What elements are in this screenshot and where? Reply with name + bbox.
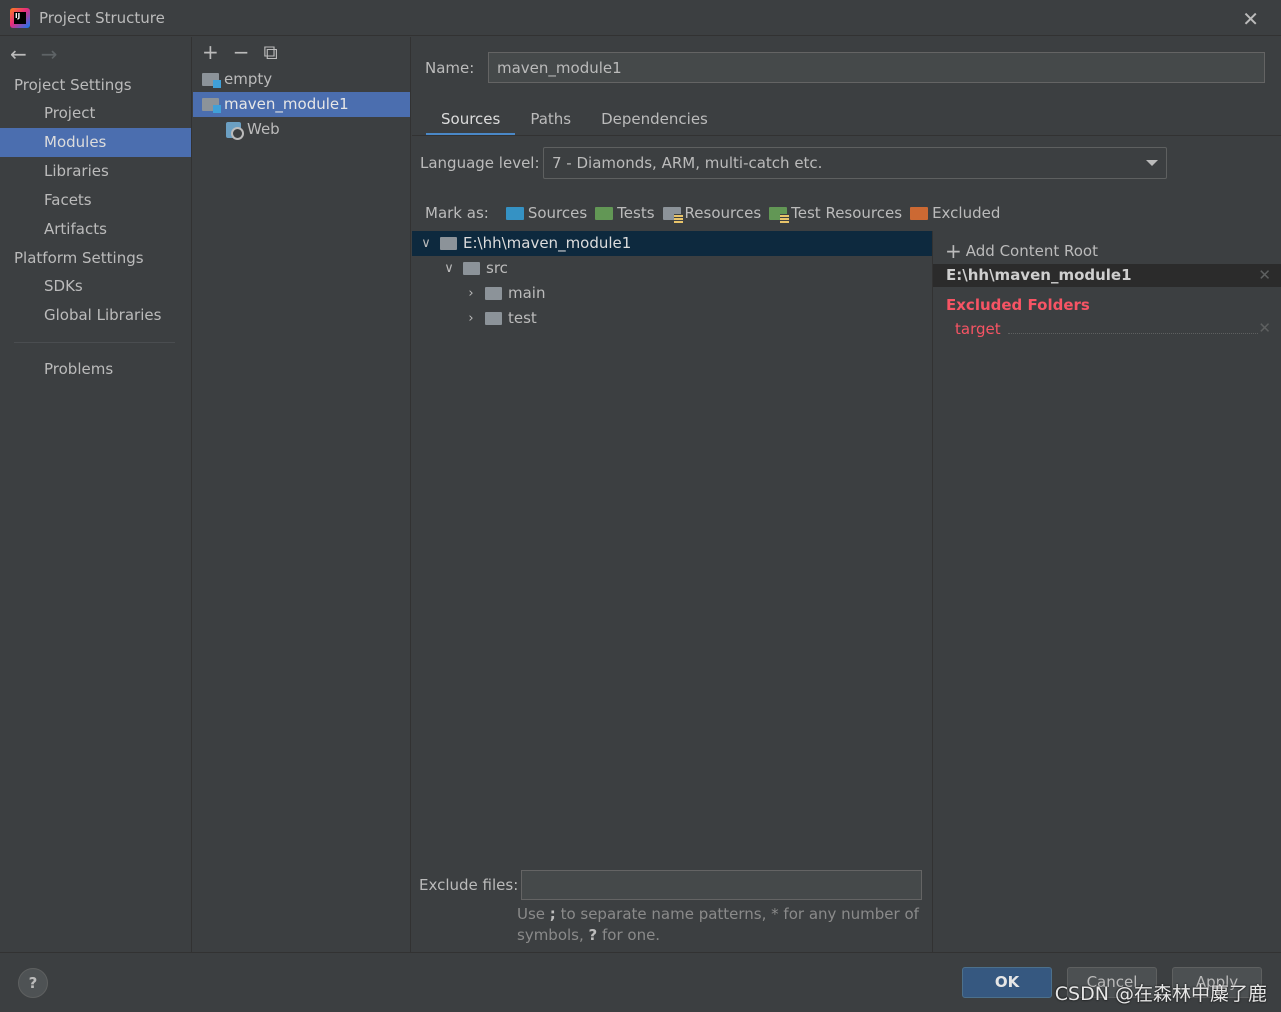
content-root-header: E:\hh\maven_module1 ✕	[933, 264, 1281, 287]
tree-node-src[interactable]: ∨ src	[412, 256, 932, 281]
language-level-label: Language level:	[420, 154, 540, 172]
folder-icon	[440, 237, 457, 250]
module-tabs: Sources Paths Dependencies	[426, 103, 723, 136]
tests-folder-icon	[595, 206, 614, 220]
mark-resources-button[interactable]: Resources	[662, 204, 762, 223]
remove-icon[interactable]: −	[233, 40, 250, 64]
module-folder-icon	[202, 73, 221, 88]
chevron-down-icon[interactable]: ∨	[441, 256, 457, 281]
content-roots-panel: + Add Content Root E:\hh\maven_module1 ✕…	[933, 231, 1281, 952]
mark-tests-button[interactable]: Tests	[595, 204, 655, 222]
sidebar-item-sdks[interactable]: SDKs	[0, 272, 191, 301]
chevron-right-icon[interactable]: ›	[463, 281, 479, 306]
plus-icon: +	[945, 239, 962, 263]
sidebar-item-project[interactable]: Project	[0, 99, 191, 128]
tree-node-main[interactable]: › main	[412, 281, 932, 306]
tabs-divider	[412, 135, 1281, 136]
excluded-folder-item[interactable]: target	[955, 320, 1001, 338]
title-bar: IJ Project Structure ✕	[0, 0, 1281, 36]
add-content-root-button[interactable]: + Add Content Root	[945, 239, 1098, 263]
folder-icon	[485, 312, 502, 325]
excluded-folders-heading: Excluded Folders	[946, 296, 1090, 314]
test-resources-folder-icon	[769, 206, 790, 223]
exclude-files-label: Exclude files:	[419, 876, 519, 894]
forward-arrow-icon[interactable]: →	[41, 42, 58, 66]
chevron-down-icon[interactable]: ∨	[418, 231, 434, 256]
sidebar-item-modules[interactable]: Modules	[0, 128, 191, 157]
sidebar-divider	[14, 342, 175, 343]
window-title: Project Structure	[39, 8, 165, 27]
web-facet-icon	[226, 121, 244, 140]
tree-node-root[interactable]: ∨ E:\hh\maven_module1	[412, 231, 932, 256]
history-nav: ← →	[0, 37, 191, 71]
add-icon[interactable]: +	[202, 40, 219, 64]
tree-node-label: E:\hh\maven_module1	[463, 234, 632, 252]
module-name-input[interactable]	[488, 52, 1265, 83]
platform-settings-heading: Platform Settings	[14, 249, 144, 267]
remove-root-icon[interactable]: ✕	[1258, 264, 1271, 287]
csdn-watermark: CSDN @在森林中麋了鹿	[1054, 983, 1267, 1005]
exclude-files-hint: Use ; to separate name patterns, * for a…	[517, 905, 919, 944]
help-button[interactable]: ?	[18, 968, 48, 998]
dialog-footer: ? OK Cancel Apply CSDN @在森林中麋了鹿	[0, 952, 1281, 1012]
intellij-app-icon: IJ	[10, 7, 30, 28]
folder-icon	[463, 262, 480, 275]
module-label: maven_module1	[224, 95, 349, 113]
close-icon[interactable]: ✕	[1242, 7, 1259, 31]
exclude-files-input[interactable]	[521, 870, 922, 900]
mark-excluded-label: Excluded	[932, 204, 1001, 222]
content-root-path: E:\hh\maven_module1	[946, 266, 1132, 284]
excluded-folder-icon	[910, 206, 929, 220]
name-label: Name:	[425, 59, 475, 77]
facet-label: Web	[247, 120, 280, 138]
excluded-item-leader	[1008, 333, 1258, 334]
tab-paths[interactable]: Paths	[515, 103, 586, 136]
tree-node-label: test	[508, 309, 537, 327]
back-arrow-icon[interactable]: ←	[10, 42, 27, 66]
mark-test-resources-button[interactable]: Test Resources	[769, 204, 903, 223]
mark-test-resources-label: Test Resources	[791, 204, 903, 222]
tree-node-test[interactable]: › test	[412, 306, 932, 331]
facet-item-web[interactable]: Web	[193, 117, 410, 142]
module-toolbar: + − ⧉	[193, 37, 410, 67]
tree-node-label: main	[508, 284, 546, 302]
module-item-maven-module1[interactable]: maven_module1	[193, 92, 410, 117]
tab-dependencies[interactable]: Dependencies	[586, 103, 723, 136]
sidebar-item-facets[interactable]: Facets	[0, 186, 191, 215]
add-content-root-label: Add Content Root	[965, 242, 1098, 260]
tab-sources[interactable]: Sources	[426, 103, 516, 136]
tree-node-label: src	[486, 259, 508, 277]
chevron-down-icon	[1146, 160, 1158, 166]
resources-folder-icon	[662, 206, 683, 223]
chevron-right-icon[interactable]: ›	[463, 306, 479, 331]
language-level-value: 7 - Diamonds, ARM, multi-catch etc.	[552, 154, 823, 172]
mark-as-toolbar: Mark as: Sources Tests Resources Test Re…	[425, 204, 1008, 223]
module-folder-icon	[202, 98, 221, 113]
mark-excluded-button[interactable]: Excluded	[910, 204, 1000, 222]
mark-resources-label: Resources	[684, 204, 762, 222]
sidebar-item-libraries[interactable]: Libraries	[0, 157, 191, 186]
sources-folder-icon	[505, 206, 524, 220]
mark-tests-label: Tests	[617, 204, 655, 222]
language-level-select[interactable]: 7 - Diamonds, ARM, multi-catch etc.	[543, 147, 1167, 179]
ok-button[interactable]: OK	[962, 967, 1052, 998]
mark-sources-label: Sources	[527, 204, 588, 222]
sidebar-item-problems[interactable]: Problems	[0, 355, 191, 384]
copy-icon[interactable]: ⧉	[264, 40, 278, 64]
source-folder-tree: ∨ E:\hh\maven_module1 ∨ src › main › tes…	[412, 231, 932, 851]
settings-sidebar: ← → Project Settings Project Modules Lib…	[0, 37, 192, 952]
module-detail-panel: Name: Sources Paths Dependencies Languag…	[412, 37, 1281, 952]
sidebar-item-artifacts[interactable]: Artifacts	[0, 215, 191, 244]
project-settings-heading: Project Settings	[14, 76, 132, 94]
module-label: empty	[224, 70, 273, 88]
remove-excluded-icon[interactable]: ✕	[1258, 319, 1271, 337]
module-list-panel: + − ⧉ empty maven_module1 Web	[193, 37, 411, 952]
folder-icon	[485, 287, 502, 300]
mark-as-label: Mark as:	[425, 204, 489, 222]
module-item-empty[interactable]: empty	[193, 67, 410, 92]
sidebar-item-global-libraries[interactable]: Global Libraries	[0, 301, 191, 330]
mark-sources-button[interactable]: Sources	[505, 204, 588, 222]
